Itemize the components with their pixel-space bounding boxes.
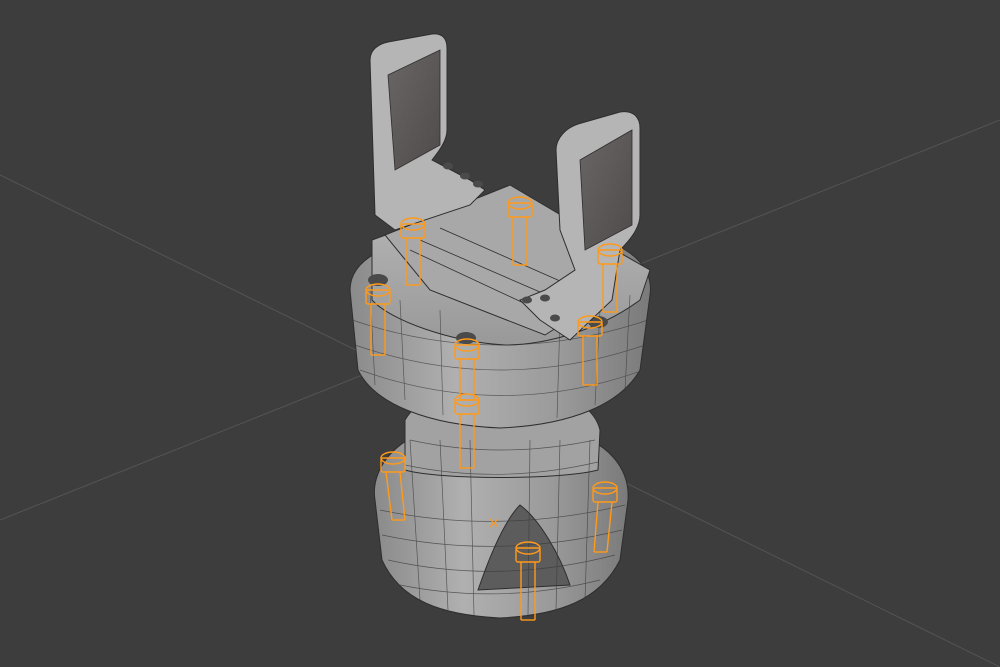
screw-hole bbox=[456, 332, 476, 344]
3d-viewport[interactable] bbox=[0, 0, 1000, 667]
gripper-jaw-left[interactable] bbox=[369, 33, 486, 231]
viewport-canvas[interactable] bbox=[0, 0, 1000, 667]
